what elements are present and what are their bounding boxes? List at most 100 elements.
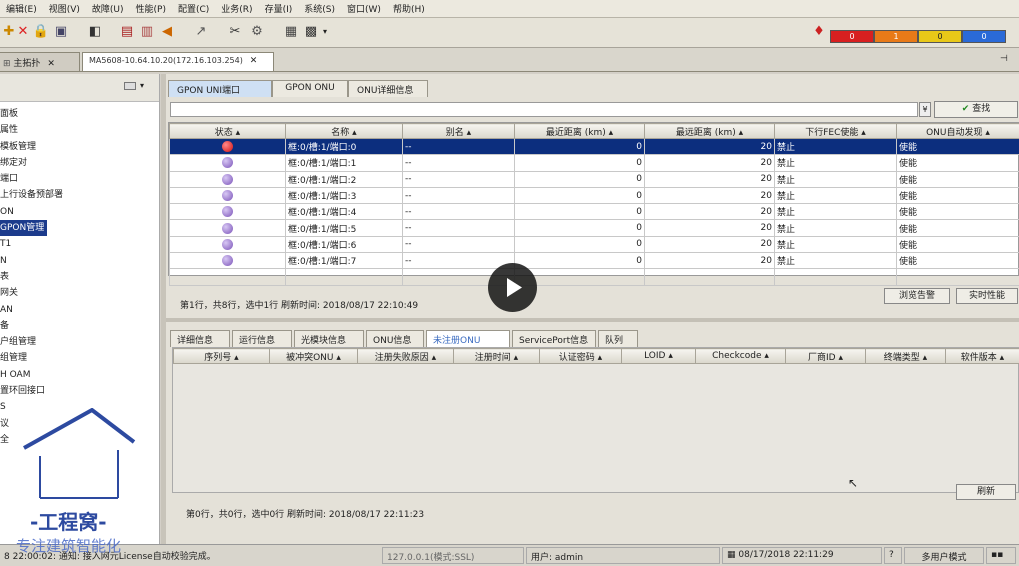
alarm-bell-icon[interactable]: ♦ [810,23,828,41]
col-conflict-onu[interactable]: 被冲突ONU ▴ [269,348,358,364]
filter-dropdown-icon[interactable]: ¥ [919,102,931,117]
col-failure-reason[interactable]: 注册失败原因 ▴ [357,348,454,364]
close-icon[interactable]: ✕ [250,56,258,66]
col-min-distance[interactable]: 最近距离 (km) ▴ [514,123,645,139]
menu-system[interactable]: 系统(S) [298,2,341,15]
sidebar-item-group-management[interactable]: 组管理 [0,350,159,366]
sidebar-item-gateway[interactable]: 网关 [0,285,159,301]
menu-window[interactable]: 窗口(W) [341,2,387,15]
tab-optical-module[interactable]: 光模块信息 [294,330,364,347]
help-icon[interactable]: ? [884,547,902,564]
tab-details[interactable]: 详细信息 [170,330,230,347]
sidebar-item-port[interactable]: 端口 [0,171,159,187]
table-row[interactable]: 框:0/槽:1/端口:4 -- 0 20 禁止 使能 [169,203,1019,221]
template-icon[interactable]: ▥ [138,23,156,41]
menu-edit[interactable]: 编辑(E) [0,2,43,15]
collapse-icon[interactable] [124,82,136,90]
table-row[interactable]: 框:0/槽:1/端口:3 -- 0 20 禁止 使能 [169,186,1019,205]
window-icon[interactable]: ▦ [282,23,300,41]
tab-onu-info[interactable]: ONU信息 [366,330,424,347]
col-loid[interactable]: LOID ▴ [621,348,696,364]
layout-icon[interactable]: ▩ [302,23,320,41]
column-label: 软件版本 [960,352,997,363]
save-icon[interactable]: ▣ [52,23,70,41]
table-row[interactable]: 框:0/槽:1/端口:2 -- 0 20 禁止 使能 [169,170,1019,188]
pin-icon[interactable]: ⊣ [1000,54,1008,64]
close-icon[interactable]: ✕ [47,59,55,69]
col-alias[interactable]: 别名 ▴ [402,123,515,139]
col-serial-number[interactable]: 序列号 ▴ [173,348,270,364]
table-row[interactable]: 框:0/槽:1/端口:0 -- 0 20 禁止 使能 [169,137,1019,156]
menu-help[interactable]: 帮助(H) [387,2,431,15]
table-row[interactable]: 框:0/槽:1/端口:1 -- 0 20 禁止 使能 [169,154,1019,172]
tab-gpon-uni-port[interactable]: GPON UNI端口 [168,80,272,97]
col-checkcode[interactable]: Checkcode ▴ [695,348,786,364]
lock-icon[interactable]: 🔒 [32,23,50,41]
col-onu-autofind[interactable]: ONU自动发现 ▴ [896,123,1019,139]
sidebar-item-t1[interactable]: T1 [0,236,159,252]
sidebar-item-label: S [0,402,6,413]
tools-icon[interactable]: ✂ [226,23,244,41]
chevron-down-icon[interactable]: ▾ [140,81,144,90]
sidebar-item-gpon-management[interactable]: GPON管理 [0,220,159,237]
sidebar-item-on[interactable]: ON [0,204,159,220]
refresh-button[interactable]: 刷新 [956,484,1016,500]
menu-fault[interactable]: 故障(U) [86,2,130,15]
tab-running-info[interactable]: 运行信息 [232,330,292,347]
table-row[interactable]: 框:0/槽:1/端口:7 -- 0 20 禁止 使能 [169,252,1019,270]
sidebar-item-uplink-predeploy[interactable]: 上行设备预部署 [0,187,159,203]
sidebar-item-binding[interactable]: 绑定对 [0,155,159,171]
col-software-version[interactable]: 软件版本 ▴ [945,348,1019,364]
realtime-performance-button[interactable]: 实时性能 [956,288,1018,304]
chevron-down-icon[interactable]: ▾ [320,23,330,41]
panel-splitter[interactable] [166,318,1019,322]
menu-service[interactable]: 业务(R) [215,2,258,15]
tab-main-topology[interactable]: ⊞ 主拓扑 ✕ [0,52,80,71]
device-icon[interactable]: ◧ [86,23,104,41]
table-row[interactable]: 框:0/槽:1/端口:6 -- 0 20 禁止 使能 [169,235,1019,254]
status-icons: ▪▪ [986,547,1016,564]
sidebar-item-template[interactable]: 模板管理 [0,139,159,155]
col-auth-password[interactable]: 认证密码 ▴ [539,348,622,364]
sidebar-item-an[interactable]: AN [0,302,159,318]
col-status[interactable]: 状态 ▴ [169,123,286,139]
col-terminal-type[interactable]: 终端类型 ▴ [865,348,946,364]
sidebar-item-backup[interactable]: 备 [0,318,159,334]
report-icon[interactable]: ▤ [118,23,136,41]
sidebar-item-user-group[interactable]: 户组管理 [0,334,159,350]
tab-gpon-onu[interactable]: GPON ONU [272,80,348,97]
col-max-distance[interactable]: 最远距离 (km) ▴ [644,123,775,139]
col-downstream-fec[interactable]: 下行FEC使能 ▴ [774,123,897,139]
sidebar-item-n[interactable]: N [0,253,159,269]
sidebar-item-panel[interactable]: 面板 [0,106,159,122]
search-button[interactable]: ✔ 查找 [934,101,1018,118]
sidebar-item-oam[interactable]: H OAM [0,367,159,383]
filter-input[interactable] [170,102,918,117]
sidebar-item-table[interactable]: 表 [0,269,159,285]
table-row[interactable]: 框:0/槽:1/端口:5 -- 0 20 禁止 使能 [169,219,1019,237]
menu-view[interactable]: 视图(V) [43,2,86,15]
tab-serviceport-info[interactable]: ServicePort信息 [512,330,596,347]
menu-config[interactable]: 配置(C) [172,2,215,15]
col-name[interactable]: 名称 ▴ [285,123,403,139]
sidebar-item-loopback[interactable]: 置环回接口 [0,383,159,399]
critical-alarm-count[interactable]: 0 [830,30,874,43]
tab-queue[interactable]: 队列 [598,330,638,347]
pointer-icon[interactable]: ↗ [192,23,210,41]
play-button[interactable] [488,263,537,312]
col-vendor-id[interactable]: 厂商ID ▴ [785,348,866,364]
browse-alarms-button[interactable]: 浏览告警 [884,288,950,304]
mute-icon[interactable]: ◀ [158,23,176,41]
col-register-time[interactable]: 注册时间 ▴ [453,348,540,364]
tab-unregistered-onu[interactable]: 未注册ONU [426,330,510,347]
warning-alarm-count[interactable]: 0 [962,30,1006,43]
disconnect-icon[interactable]: ✕ [14,23,32,41]
minor-alarm-count[interactable]: 0 [918,30,962,43]
settings-icon[interactable]: ⚙ [248,23,266,41]
major-alarm-count[interactable]: 1 [874,30,918,43]
tab-device[interactable]: MA5608-10.64.10.20(172.16.103.254) ✕ [82,52,274,71]
sidebar-item-properties[interactable]: 属性 [0,122,159,138]
menu-inventory[interactable]: 存量(I) [259,2,299,15]
tab-onu-details[interactable]: ONU详细信息 [348,80,428,97]
menu-performance[interactable]: 性能(P) [130,2,172,15]
